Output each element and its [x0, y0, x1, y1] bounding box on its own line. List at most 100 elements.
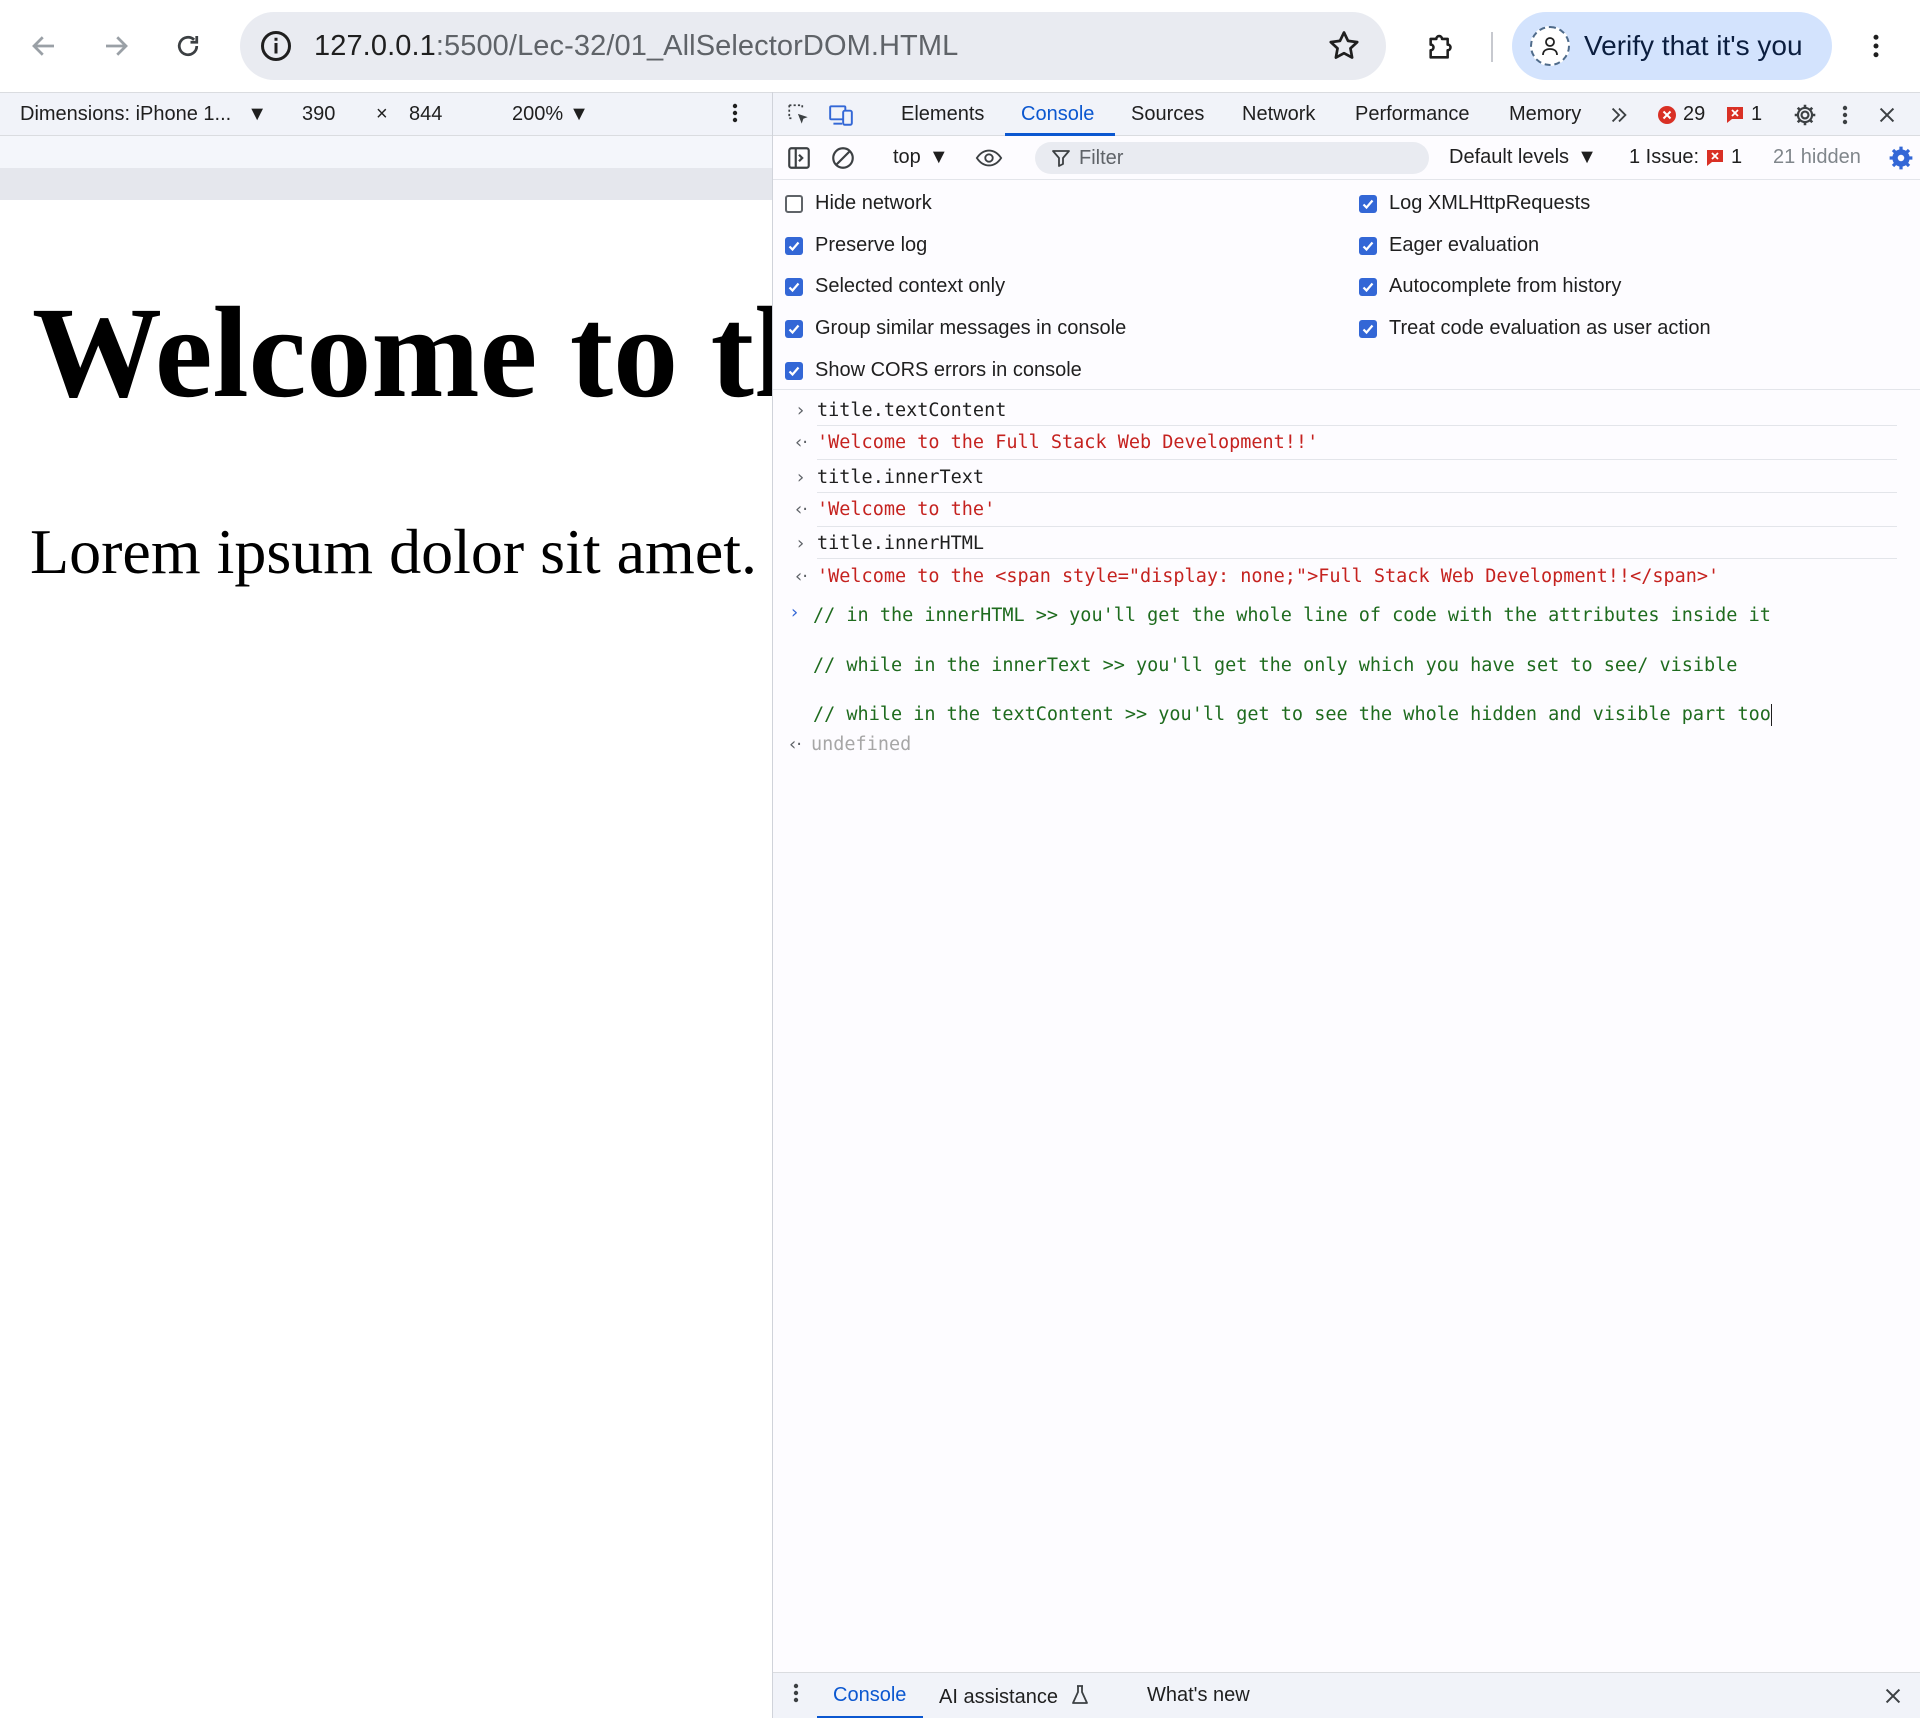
extensions-button[interactable] — [1418, 22, 1466, 70]
avatar — [1530, 26, 1570, 66]
cors-errors-option[interactable]: Show CORS errors in console — [785, 359, 1082, 382]
console-prompt-line[interactable]: // while in the innerText >> you'll get … — [813, 655, 1893, 676]
inspect-element-button[interactable] — [785, 101, 813, 129]
zoom-select[interactable]: 200% ▼ — [512, 103, 589, 126]
close-devtools-button[interactable] — [1873, 101, 1901, 129]
console-input-line[interactable]: title.innerText — [817, 467, 1897, 493]
console-output-line[interactable]: 'Welcome to the <span style="display: no… — [817, 566, 1897, 594]
device-dimensions-select[interactable]: Dimensions: iPhone 1... ▼ — [20, 103, 267, 126]
devtools-more-button[interactable] — [1831, 101, 1859, 129]
console-prompt-line[interactable]: // in the innerHTML >> you'll get the wh… — [813, 605, 1893, 626]
device-toggle-button[interactable] — [827, 101, 855, 129]
checkbox[interactable] — [785, 319, 803, 338]
clear-console-button[interactable] — [829, 144, 857, 172]
more-tabs-button[interactable] — [1605, 101, 1633, 129]
console-input-line[interactable]: title.innerHTML — [817, 533, 1897, 559]
console-result-line: undefined — [811, 734, 912, 755]
block-icon — [832, 147, 854, 169]
media-query-bar[interactable] — [0, 136, 772, 168]
checkbox[interactable] — [785, 361, 803, 380]
eager-eval-option[interactable]: Eager evaluation — [1359, 234, 1539, 257]
console-prompt-text: // while in the textContent >> you'll ge… — [813, 704, 1771, 725]
url-path: :5500/Lec-32/01_AllSelectorDOM.HTML — [435, 30, 959, 62]
return-arrow-icon: ‹· — [795, 499, 808, 520]
checkbox[interactable] — [1359, 236, 1377, 255]
forward-button[interactable] — [92, 22, 140, 70]
error-count-badge[interactable]: 29 — [1657, 103, 1705, 126]
device-more-button[interactable] — [724, 99, 746, 133]
option-label: Log XMLHttpRequests — [1389, 192, 1591, 214]
group-similar-option[interactable]: Group similar messages in console — [785, 317, 1126, 340]
back-button[interactable] — [20, 22, 68, 70]
tab-elements[interactable]: Elements — [901, 103, 984, 126]
console-prompt-line[interactable]: // while in the textContent >> you'll ge… — [813, 704, 1893, 726]
issues-link[interactable]: 1 Issue: 1 — [1629, 146, 1742, 169]
autocomplete-option[interactable]: Autocomplete from history — [1359, 275, 1621, 298]
inspect-icon — [788, 104, 808, 124]
gear-icon — [1889, 146, 1913, 170]
checkbox[interactable] — [1359, 194, 1377, 213]
close-drawer-button[interactable] — [1879, 1682, 1907, 1710]
drawer-menu-button[interactable] — [787, 1679, 805, 1713]
hidden-count: 21 hidden — [1773, 146, 1861, 168]
tab-console[interactable]: Console — [1021, 103, 1094, 126]
close-icon — [1879, 107, 1895, 123]
drawer-tab-label: AI assistance — [939, 1686, 1058, 1708]
option-label: Show CORS errors in console — [815, 359, 1082, 381]
filter-input[interactable]: Filter — [1035, 142, 1429, 174]
console-settings-button[interactable] — [1887, 144, 1915, 172]
selected-context-option[interactable]: Selected context only — [785, 275, 1005, 298]
chevron-right-icon: › — [797, 467, 805, 488]
eye-icon — [975, 149, 1003, 167]
tab-sources[interactable]: Sources — [1131, 103, 1204, 126]
drawer-tab-whats-new[interactable]: What's new — [1147, 1684, 1250, 1707]
console-output-line[interactable]: 'Welcome to the Full Stack Web Developme… — [817, 432, 1897, 460]
log-xhr-option[interactable]: Log XMLHttpRequests — [1359, 192, 1590, 215]
option-label: Hide network — [815, 192, 932, 214]
reload-button[interactable] — [164, 22, 212, 70]
url-text[interactable]: 127.0.0.1:5500/Lec-32/01_AllSelectorDOM.… — [314, 12, 958, 80]
devtools-settings-button[interactable] — [1791, 101, 1819, 129]
checkbox[interactable] — [785, 194, 803, 213]
tab-memory[interactable]: Memory — [1509, 103, 1581, 126]
checkbox[interactable] — [1359, 319, 1377, 338]
caret-down-icon: ▼ — [928, 146, 949, 168]
verify-label: Verify that it's you — [1584, 30, 1803, 61]
live-expression-button[interactable] — [975, 144, 1003, 172]
device-dimensions-label: Dimensions: iPhone 1... — [20, 103, 232, 125]
checkbox[interactable] — [785, 277, 803, 296]
option-label: Group similar messages in console — [815, 317, 1127, 339]
caret-down-icon: ▼ — [247, 103, 268, 125]
devtools-tab-bar: Elements Console Sources Network Perform… — [773, 92, 1920, 136]
device-height-input[interactable]: 844 — [409, 103, 442, 126]
info-icon[interactable] — [258, 28, 294, 64]
drawer-tab-console[interactable]: Console — [833, 1684, 906, 1707]
sidebar-toggle-button[interactable] — [785, 144, 813, 172]
verify-profile-button[interactable]: Verify that it's you — [1512, 12, 1832, 80]
context-select[interactable]: top ▼ — [893, 146, 949, 169]
drawer-tab-ai-assistance[interactable]: AI assistance — [939, 1684, 1090, 1709]
devtools-drawer: Console AI assistance What's new — [773, 1672, 1920, 1718]
console-input-line[interactable]: title.textContent — [817, 400, 1897, 426]
arrow-right-icon — [106, 36, 128, 56]
address-bar[interactable]: 127.0.0.1:5500/Lec-32/01_AllSelectorDOM.… — [240, 12, 1386, 80]
preserve-log-option[interactable]: Preserve log — [785, 234, 927, 257]
toolbar-divider — [1491, 32, 1493, 62]
tab-performance[interactable]: Performance — [1355, 103, 1470, 126]
user-action-option[interactable]: Treat code evaluation as user action — [1359, 317, 1711, 340]
issue-count-badge[interactable]: 1 — [1725, 103, 1762, 126]
devtools-panel: Elements Console Sources Network Perform… — [772, 92, 1920, 1718]
browser-toolbar: 127.0.0.1:5500/Lec-32/01_AllSelectorDOM.… — [0, 0, 1920, 92]
log-levels-select[interactable]: Default levels ▼ — [1449, 146, 1597, 169]
return-arrow-icon: ‹· — [789, 734, 802, 755]
browser-menu-button[interactable] — [1852, 22, 1900, 70]
zoom-label: 200% — [512, 103, 564, 125]
tab-network[interactable]: Network — [1242, 103, 1315, 126]
console-output-line[interactable]: 'Welcome to the' — [817, 499, 1897, 527]
hide-network-option[interactable]: Hide network — [785, 192, 932, 215]
checkbox[interactable] — [1359, 277, 1377, 296]
device-width-input[interactable]: 390 — [302, 103, 335, 126]
star-icon[interactable] — [1326, 28, 1362, 64]
checkbox[interactable] — [785, 236, 803, 255]
option-label: Autocomplete from history — [1389, 275, 1622, 297]
